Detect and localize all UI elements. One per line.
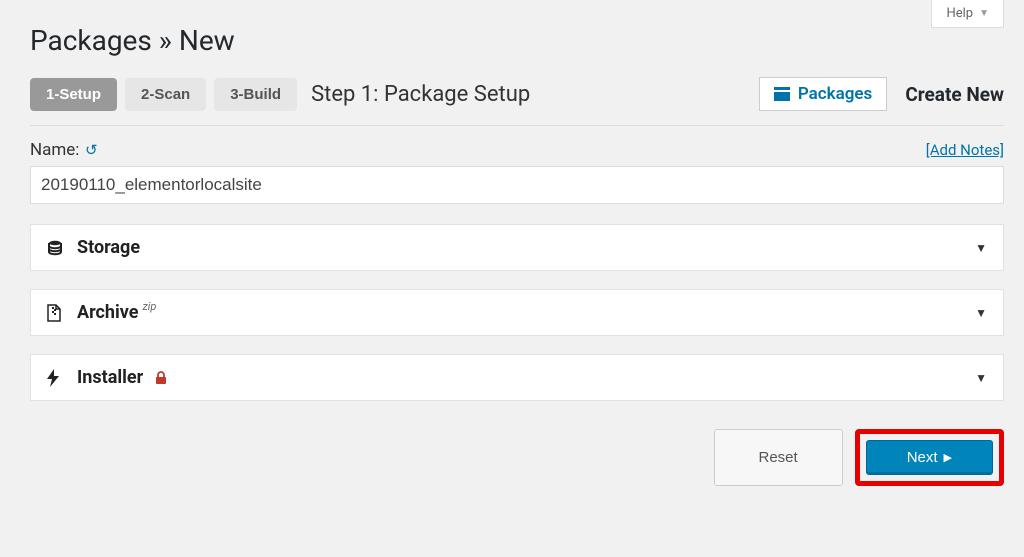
page-title: Packages » New — [0, 0, 1024, 77]
packages-label: Packages — [798, 84, 872, 104]
help-tab[interactable]: Help ▼ — [931, 0, 1004, 28]
create-new-label: Create New — [905, 83, 1004, 106]
step-2-scan-button[interactable]: 2-Scan — [125, 78, 206, 111]
add-notes-link[interactable]: [Add Notes] — [926, 141, 1004, 159]
packages-icon — [774, 87, 790, 101]
next-button[interactable]: Next ▶ — [866, 440, 993, 475]
archive-panel[interactable]: Archive zip ▼ — [30, 289, 1004, 336]
next-label: Next — [907, 449, 938, 466]
lock-icon — [155, 371, 167, 385]
storage-title: Storage — [77, 237, 140, 258]
storage-panel[interactable]: Storage ▼ — [30, 224, 1004, 271]
archive-title: Archive — [77, 302, 138, 323]
step-1-setup-button[interactable]: 1-Setup — [30, 78, 117, 111]
step-heading: Step 1: Package Setup — [311, 82, 530, 107]
installer-panel[interactable]: Installer ▼ — [30, 354, 1004, 401]
file-archive-icon — [47, 304, 67, 322]
help-label: Help — [946, 6, 973, 21]
package-name-input[interactable] — [30, 166, 1004, 204]
chevron-down-icon: ▼ — [975, 371, 987, 385]
reset-button[interactable]: Reset — [714, 429, 843, 486]
database-icon — [47, 240, 67, 256]
bolt-icon — [47, 369, 67, 387]
packages-button[interactable]: Packages — [759, 77, 887, 111]
next-button-highlight: Next ▶ — [855, 429, 1004, 486]
archive-suffix: zip — [142, 300, 156, 313]
installer-title: Installer — [77, 367, 143, 388]
chevron-down-icon: ▼ — [975, 241, 987, 255]
toolbar: 1-Setup 2-Scan 3-Build Step 1: Package S… — [30, 77, 1004, 126]
play-icon: ▶ — [944, 451, 952, 464]
chevron-down-icon: ▼ — [975, 306, 987, 320]
refresh-icon[interactable]: ↻ — [85, 141, 98, 159]
name-label: Name: — [30, 140, 79, 160]
chevron-down-icon: ▼ — [979, 8, 989, 19]
step-3-build-button[interactable]: 3-Build — [214, 78, 297, 111]
